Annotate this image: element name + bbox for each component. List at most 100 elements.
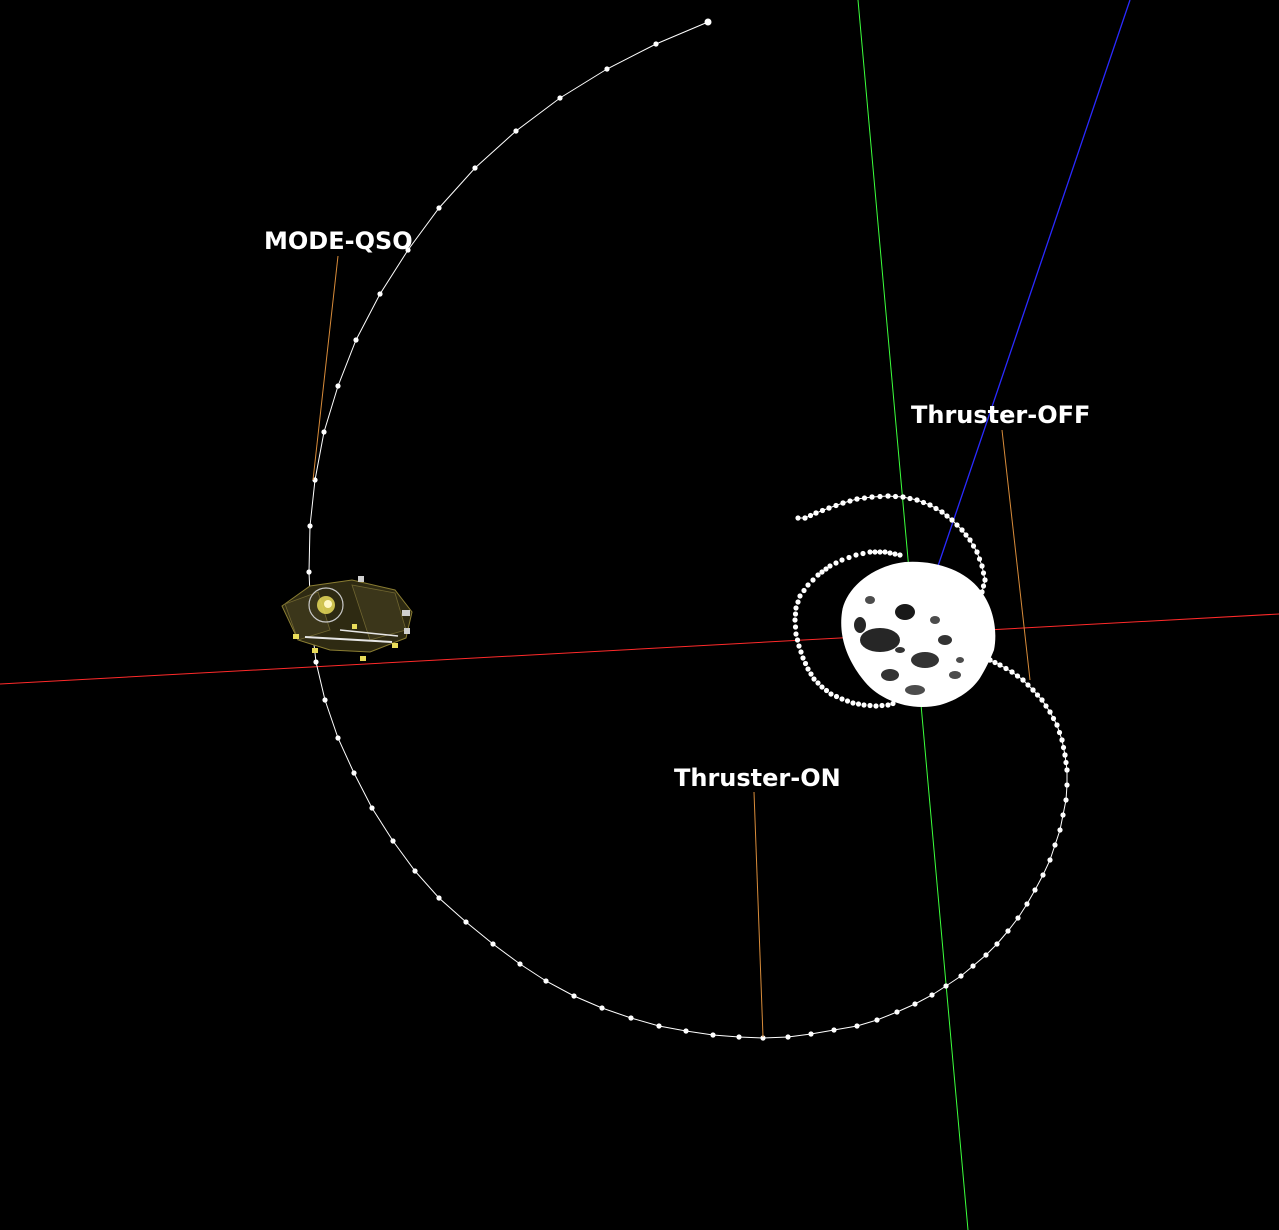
trajectory-marker bbox=[877, 493, 883, 500]
trajectory-marker bbox=[1025, 682, 1031, 688]
trajectory-marker bbox=[795, 599, 801, 605]
trajectory-marker bbox=[1059, 737, 1065, 743]
trajectory-marker bbox=[823, 687, 830, 694]
trajectory-marker bbox=[892, 551, 898, 557]
trajectory-marker bbox=[335, 735, 341, 741]
trajectory-marker bbox=[1005, 928, 1011, 934]
thruster-on-leader bbox=[753, 791, 764, 1038]
trajectory-marker bbox=[958, 973, 964, 979]
trajectory-marker bbox=[1020, 677, 1026, 683]
trajectory-marker bbox=[599, 1005, 605, 1011]
trajectory-marker bbox=[846, 554, 852, 561]
trajectory-marker bbox=[929, 992, 935, 998]
trajectory-marker bbox=[882, 549, 888, 555]
trajectory-marker bbox=[490, 941, 496, 947]
trajectory-marker bbox=[801, 587, 807, 594]
trajectory-marker bbox=[656, 1023, 662, 1029]
trajectory-marker bbox=[335, 383, 341, 389]
trajectory-marker bbox=[628, 1015, 634, 1021]
mode-qso-label: MODE-QSO bbox=[264, 227, 413, 255]
trajectory-marker bbox=[377, 291, 383, 297]
trajectory-marker bbox=[1047, 857, 1053, 863]
trajectory-marker bbox=[914, 497, 920, 503]
mode-qso-leader bbox=[312, 255, 339, 481]
trajectory-marker bbox=[808, 1031, 814, 1037]
asteroid-body[interactable] bbox=[841, 561, 996, 708]
trajectory-marker bbox=[879, 702, 885, 709]
trajectory-marker bbox=[983, 952, 989, 958]
trajectory-marker bbox=[974, 549, 980, 555]
trajectory-marker bbox=[1039, 697, 1045, 703]
trajectory-marker bbox=[992, 659, 998, 666]
trajectory-marker bbox=[970, 543, 977, 549]
spacecraft-model[interactable] bbox=[281, 576, 413, 661]
trajectory-marker bbox=[313, 659, 319, 665]
trajectory-marker bbox=[885, 702, 891, 708]
trajectory-marker bbox=[828, 691, 834, 697]
trajectory-marker bbox=[322, 697, 328, 703]
trajectory-marker bbox=[805, 666, 811, 672]
trajectory-marker bbox=[1009, 669, 1015, 675]
trajectory-marker bbox=[436, 205, 442, 211]
trajectory-marker bbox=[1034, 692, 1041, 698]
trajectory-marker bbox=[1064, 767, 1070, 773]
trajectory-marker bbox=[1015, 915, 1021, 921]
trajectory-marker bbox=[683, 1028, 689, 1034]
trajectory-marker bbox=[839, 696, 845, 702]
trajectory-marker bbox=[472, 165, 478, 171]
trajectory-marker bbox=[867, 702, 873, 709]
trajectory-marker bbox=[1060, 744, 1067, 751]
trajectory-marker bbox=[943, 983, 949, 989]
trajectory-marker bbox=[704, 18, 712, 26]
trajectory-marker bbox=[412, 868, 418, 874]
trajectory-marker bbox=[1054, 722, 1060, 728]
trajectory-marker bbox=[1047, 709, 1053, 715]
trajectory-marker bbox=[353, 337, 359, 343]
trajectory-marker bbox=[815, 680, 821, 686]
trajectory-marker bbox=[885, 493, 891, 499]
trajectory-marker bbox=[826, 505, 832, 511]
trajectory-marker bbox=[792, 617, 798, 623]
trajectory-marker bbox=[907, 495, 913, 502]
trajectory-marker bbox=[307, 523, 313, 529]
trajectory-marker bbox=[1060, 812, 1066, 818]
trajectory-marker bbox=[994, 941, 1000, 947]
trajectory-marker bbox=[653, 41, 659, 47]
trajectory-marker bbox=[1063, 797, 1069, 803]
trajectory-marker bbox=[861, 495, 868, 501]
trajectory-marker bbox=[900, 494, 906, 500]
trajectory-marker bbox=[944, 513, 950, 519]
trajectory-marker bbox=[1064, 782, 1070, 788]
trajectory-marker bbox=[794, 637, 801, 643]
z-axis-line bbox=[937, 0, 1131, 567]
trajectory-marker bbox=[860, 550, 866, 557]
trajectory-marker bbox=[736, 1034, 742, 1040]
trajectory-marker bbox=[839, 557, 845, 563]
trajectory-marker bbox=[1024, 901, 1030, 907]
trajectory-marker bbox=[819, 507, 826, 514]
trajectory-marker bbox=[997, 662, 1003, 668]
trajectory-marker bbox=[1043, 703, 1049, 709]
trajectory-marker bbox=[912, 1001, 918, 1007]
trajectory-marker bbox=[1050, 715, 1057, 722]
trajectory-marker bbox=[920, 499, 927, 506]
trajectory-marker bbox=[802, 515, 808, 521]
thruster-on-label: Thruster-ON bbox=[674, 764, 841, 792]
trajectory-marker bbox=[1032, 887, 1038, 893]
thruster-off-leader bbox=[1001, 429, 1031, 681]
trajectory-marker bbox=[980, 570, 987, 576]
trajectory-marker bbox=[861, 702, 867, 708]
trajectory-marker bbox=[813, 510, 819, 516]
trajectory-marker bbox=[811, 676, 817, 682]
trajectory-marker bbox=[963, 532, 969, 538]
trajectory-marker bbox=[795, 515, 801, 521]
trajectory-marker bbox=[982, 577, 988, 583]
trajectory-marker bbox=[1014, 673, 1021, 679]
trajectory-marker bbox=[390, 838, 396, 844]
trajectory-marker bbox=[933, 505, 939, 512]
trajectory-marker bbox=[543, 978, 549, 984]
scene-viewport[interactable]: MODE-QSO Thruster-OFF Thruster-ON bbox=[0, 0, 1279, 1230]
trajectory-marker bbox=[808, 671, 814, 677]
trajectory-marker bbox=[887, 550, 893, 556]
trajectory-marker bbox=[557, 95, 563, 101]
